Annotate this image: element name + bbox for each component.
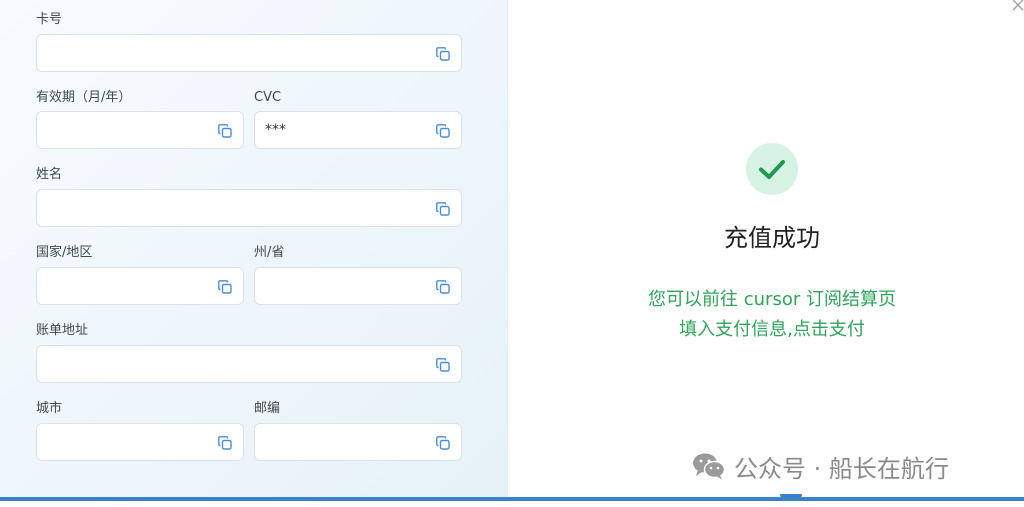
expiry-label: 有效期（月/年）: [36, 90, 132, 105]
check-icon: [759, 160, 785, 179]
copy-icon[interactable]: [217, 279, 233, 295]
postal-code-input[interactable]: [265, 424, 427, 460]
state-input[interactable]: [265, 268, 427, 304]
card-number-field[interactable]: [36, 34, 462, 72]
copy-icon[interactable]: [217, 123, 233, 139]
postal-code-field[interactable]: [254, 423, 462, 461]
watermark: 公众号 · 船长在航行: [692, 450, 949, 483]
card-number-input[interactable]: [47, 35, 427, 71]
expiry-field[interactable]: [36, 111, 244, 149]
copy-icon[interactable]: [435, 435, 451, 451]
card-number-label: 卡号: [36, 12, 63, 27]
city-field[interactable]: [36, 423, 244, 461]
cvc-label: CVC: [254, 90, 282, 105]
payment-form-panel: 卡号 有效期（月/年） CVC 姓名 国家/地区 州/省 账单地址 城市: [0, 0, 508, 497]
cvc-input[interactable]: [265, 112, 427, 148]
cvc-field[interactable]: [254, 111, 462, 149]
country-field[interactable]: [36, 267, 244, 305]
name-field[interactable]: [36, 189, 462, 227]
success-title: 充值成功: [724, 224, 820, 252]
close-icon[interactable]: [1010, 0, 1024, 14]
state-label: 州/省: [254, 245, 285, 260]
success-message-line1: 您可以前往 cursor 订阅结算页: [648, 289, 896, 310]
city-label: 城市: [36, 401, 63, 416]
watermark-text: 公众号 · 船长在航行: [734, 454, 949, 483]
copy-icon[interactable]: [435, 279, 451, 295]
billing-address-input[interactable]: [47, 346, 427, 382]
bottom-bar: [0, 497, 1024, 501]
copy-icon[interactable]: [435, 201, 451, 217]
city-input[interactable]: [47, 424, 209, 460]
postal-code-label: 邮编: [254, 401, 281, 416]
country-label: 国家/地区: [36, 245, 93, 260]
copy-icon[interactable]: [217, 435, 233, 451]
copy-icon[interactable]: [435, 123, 451, 139]
billing-address-label: 账单地址: [36, 323, 89, 338]
country-input[interactable]: [47, 268, 209, 304]
state-field[interactable]: [254, 267, 462, 305]
copy-icon[interactable]: [435, 46, 451, 62]
expiry-input[interactable]: [47, 112, 209, 148]
success-badge: [746, 143, 798, 195]
wechat-icon: [693, 453, 726, 480]
name-input[interactable]: [47, 190, 427, 226]
billing-address-field[interactable]: [36, 345, 462, 383]
success-message-line2: 填入支付信息,点击支付: [679, 319, 865, 340]
copy-icon[interactable]: [435, 357, 451, 373]
name-label: 姓名: [36, 167, 63, 182]
